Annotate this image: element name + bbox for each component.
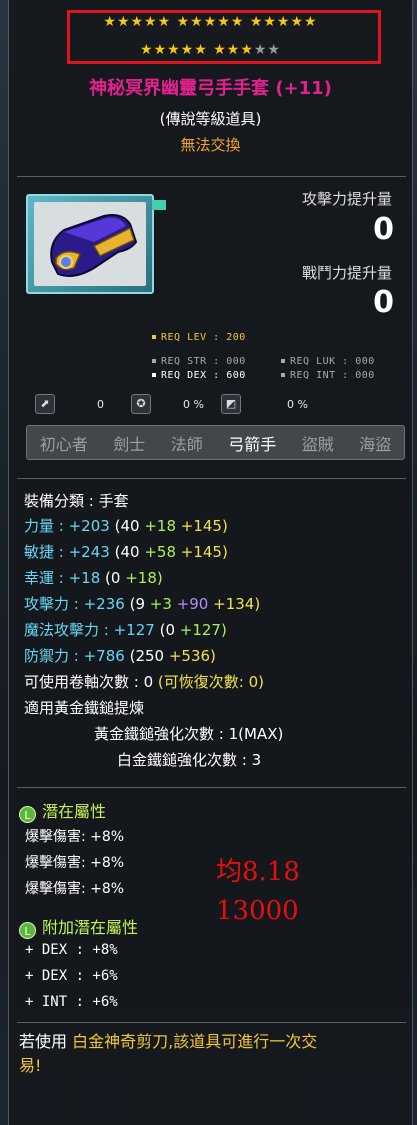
highlight-box: [67, 10, 381, 64]
flag-icon: [152, 200, 166, 210]
plat-hammer-count: 白金鐵鎚強化次數 : 3: [117, 751, 262, 769]
gold-hammer-count: 黃金鐵鎚強化次數 : 1(MAX): [94, 725, 284, 743]
potential-title: L 潛在屬性: [19, 798, 106, 823]
req-luk: REQ LUK : 000: [281, 356, 375, 367]
divider: [17, 176, 406, 177]
item-grade: (傳說等級道具): [159, 110, 262, 128]
item-tooltip: ★★★★★ ★★★★★ ★★★★★ ★★★★★ ★★★★★ 神秘冥界幽靈弓手手套…: [8, 0, 413, 1125]
hammer-info: 適用黃金鐵鎚提煉: [24, 699, 145, 717]
potential-line: 爆擊傷害: +8%: [25, 829, 125, 845]
avg-annotation: 均8.18: [216, 857, 300, 887]
req-int: REQ INT : 000: [281, 370, 375, 381]
job-beginner: 初心者: [39, 434, 88, 454]
trade-note: 若使用 白金神奇剪刀,該道具可進行一次交 易!: [19, 1032, 318, 1075]
arrow-icon: ⬈: [35, 394, 55, 414]
glove-icon: [50, 214, 138, 277]
item-icon-frame: [26, 194, 154, 294]
resist-value: 0 %: [183, 398, 204, 411]
cp-gain-value: 0: [373, 285, 394, 320]
job-thief: 盜賊: [301, 434, 334, 454]
bonus-potential-title: L 附加潛在屬性: [19, 914, 138, 939]
divider: [17, 787, 406, 788]
shield-icon: ◩: [221, 394, 241, 414]
equip-category: 裝備分類 : 手套: [24, 492, 129, 510]
bonus-potential-line: + DEX : +6%: [25, 968, 118, 984]
job-warrior: 劍士: [113, 434, 146, 454]
stat-dex: 敏捷 : +243 (40 +58 +145): [24, 543, 228, 561]
req-level: REQ LEV : 200: [152, 332, 246, 343]
job-magician: 法師: [170, 434, 203, 454]
cp-gain-label: 戰鬥力提升量: [301, 264, 392, 282]
atk-gain-label: 攻擊力提升量: [301, 190, 392, 208]
trade-status: 無法交換: [180, 136, 241, 154]
price-annotation: 13000: [216, 896, 299, 926]
star-badge-icon: ✪: [131, 394, 151, 414]
item-name: 神秘冥界幽靈弓手手套 (+11): [89, 78, 332, 99]
stat-matk: 魔法攻擊力 : +127 (0 +127): [24, 621, 227, 639]
req-str: REQ STR : 000: [152, 356, 246, 367]
stat-atk: 攻擊力 : +236 (9 +3 +90 +134): [24, 595, 261, 613]
resist-row: ⬈ 0 ✪ 0 % ◩ 0 %: [35, 394, 415, 416]
stat-luk: 幸運 : +18 (0 +18): [24, 569, 163, 587]
legendary-badge-icon: L: [19, 806, 36, 823]
stat-def: 防禦力 : +786 (250 +536): [24, 647, 216, 665]
bonus-potential-line: + INT : +6%: [25, 994, 118, 1010]
bonus-potential-line: + DEX : +8%: [25, 942, 118, 958]
upgrade-slots: 可使用卷軸次數 : 0 (可恢復次數: 0): [24, 673, 264, 691]
legendary-badge-icon: L: [19, 922, 36, 939]
req-dex: REQ DEX : 600: [152, 370, 246, 381]
potential-line: 爆擊傷害: +8%: [25, 855, 125, 871]
divider: [17, 1022, 406, 1023]
job-requirement-bar: 初心者 劍士 法師 弓箭手 盜賊 海盜: [26, 425, 405, 460]
resist-value: 0 %: [287, 398, 308, 411]
resist-value: 0: [97, 398, 104, 411]
stat-str: 力量 : +203 (40 +18 +145): [24, 517, 228, 535]
atk-gain-value: 0: [373, 212, 394, 247]
job-pirate: 海盜: [359, 434, 392, 454]
divider: [17, 478, 406, 479]
potential-line: 爆擊傷害: +8%: [25, 881, 125, 897]
job-archer: 弓箭手: [228, 434, 277, 454]
